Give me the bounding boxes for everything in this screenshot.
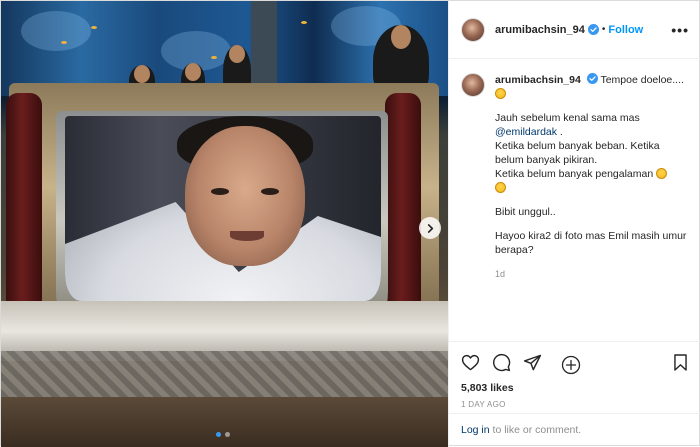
fish [91, 26, 97, 29]
smile-emoji-icon [495, 88, 506, 99]
portrait-face [185, 126, 305, 266]
caption-line: Ketika belum banyak beban. Ketika belum … [495, 140, 660, 166]
post-photo[interactable] [1, 1, 448, 447]
post-details-panel: arumibachsin_94 • Follow ••• arumibachsi… [448, 1, 700, 447]
username-link[interactable]: arumibachsin_94 [495, 24, 585, 36]
caption-title: Tempoe doeloe.... [600, 74, 684, 86]
heart-icon[interactable] [461, 353, 480, 372]
display-shelf [1, 351, 448, 397]
comment-icon[interactable] [492, 353, 511, 372]
framed-portrait [65, 116, 381, 301]
caption-body: arumibachsin_94 Tempoe doeloe.... Jauh s… [495, 73, 689, 281]
fish [301, 21, 307, 24]
mention-suffix: . [557, 126, 563, 138]
chevron-right-icon [427, 223, 433, 233]
carousel-dot [225, 432, 230, 437]
caption-line: Jauh sebelum kenal sama mas [495, 112, 640, 124]
display-rail [1, 397, 448, 447]
caption-timestamp[interactable]: 1d [495, 267, 689, 281]
fish [61, 41, 67, 44]
fish [211, 56, 217, 59]
caption-line: Ketika belum banyak pengalaman [495, 167, 689, 181]
pillar [251, 1, 277, 96]
login-prompt-text: to like or comment. [489, 424, 582, 436]
post-actions: 5,803 likes 1 DAY AGO [449, 341, 700, 409]
verified-badge-icon [587, 24, 599, 35]
more-options-button[interactable]: ••• [671, 22, 689, 38]
action-icons [461, 348, 690, 376]
login-link[interactable]: Log in [461, 424, 490, 436]
verified-badge-icon [586, 73, 598, 84]
avatar[interactable] [461, 73, 485, 97]
carousel-indicator [216, 432, 230, 437]
eye [211, 188, 229, 195]
laughing-emoji-icon [495, 182, 506, 193]
caption-paragraph: Jauh sebelum kenal sama mas @emildardak … [495, 111, 689, 195]
separator-dot: • [601, 24, 606, 35]
caption-line: @emildardak . [495, 125, 689, 139]
caption-line [495, 181, 689, 195]
mention-link[interactable]: @emildardak [495, 126, 557, 138]
bookmark-icon[interactable] [671, 353, 690, 372]
eye [261, 188, 279, 195]
caption-paragraph: Bibit unggul.. [495, 206, 556, 218]
carousel-dot-active [216, 432, 221, 437]
mouth [230, 231, 264, 241]
water-glow [21, 11, 91, 51]
caption: arumibachsin_94 Tempoe doeloe.... Jauh s… [461, 73, 689, 281]
likes-count[interactable]: 5,803 likes [461, 382, 690, 394]
caption-line-text: Ketika belum banyak pengalaman [495, 168, 654, 180]
login-prompt: Log in to like or comment. [449, 413, 700, 447]
follow-button[interactable]: Follow [608, 24, 643, 36]
post-date: 1 DAY AGO [461, 400, 506, 409]
comments-area: arumibachsin_94 Tempoe doeloe.... Jauh s… [449, 59, 700, 375]
caption-paragraph: Hayoo kira2 di foto mas Emil masih umur … [495, 230, 687, 256]
instagram-post-embed: arumibachsin_94 • Follow ••• arumibachsi… [0, 0, 700, 447]
post-header: arumibachsin_94 • Follow ••• [449, 1, 700, 59]
laughing-emoji-icon [656, 168, 668, 179]
share-icon[interactable] [523, 353, 542, 372]
next-slide-button[interactable] [419, 217, 441, 239]
caption-username[interactable]: arumibachsin_94 [495, 74, 581, 86]
avatar[interactable] [461, 17, 485, 42]
